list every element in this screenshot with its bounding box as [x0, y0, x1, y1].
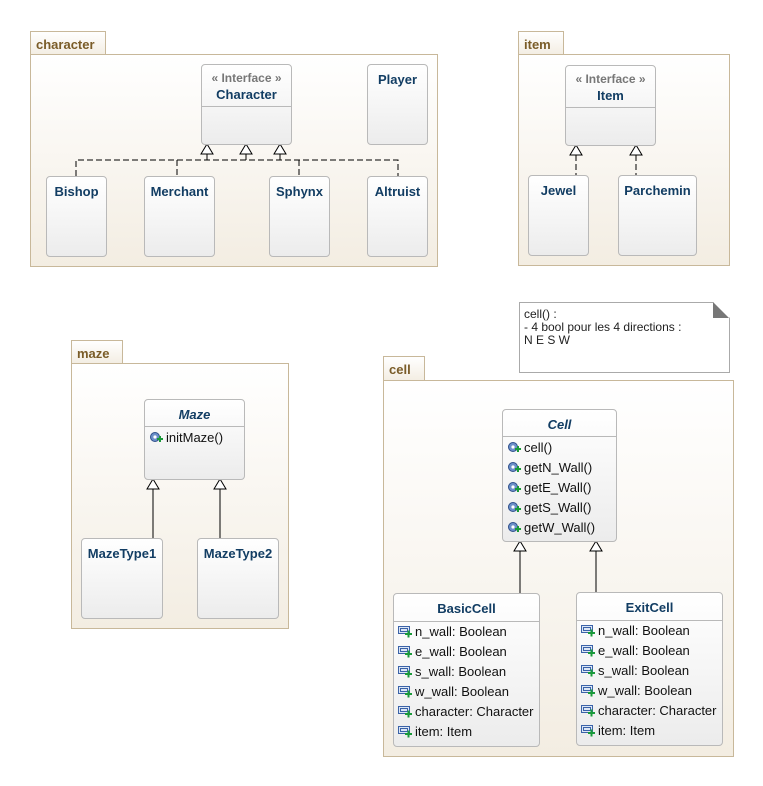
class-name: Jewel — [540, 183, 577, 198]
attribute[interactable]: s_wall: Boolean — [394, 662, 539, 682]
field-plus-icon — [398, 724, 412, 738]
attribute[interactable]: w_wall: Boolean — [394, 682, 539, 702]
method[interactable]: getE_Wall() — [503, 478, 616, 498]
method[interactable]: cell() — [503, 438, 616, 458]
method-label: getW_Wall() — [524, 520, 596, 535]
attribute[interactable]: item: Item — [577, 721, 722, 741]
stereotype: « Interface » — [211, 71, 282, 85]
attribute[interactable]: w_wall: Boolean — [577, 681, 722, 701]
attribute-label: e_wall: Boolean — [415, 644, 507, 659]
stereotype: « Interface » — [575, 72, 646, 86]
class-mazetype1[interactable]: MazeType1 — [81, 538, 163, 619]
attribute[interactable]: n_wall: Boolean — [577, 621, 722, 641]
attribute[interactable]: e_wall: Boolean — [577, 641, 722, 661]
class-name: Altruist — [374, 184, 421, 199]
class-basiccell[interactable]: BasicCell n_wall: Boolean e_wall: Boolean s… — [393, 593, 540, 747]
gear-plus-icon — [507, 520, 521, 533]
attribute-label: e_wall: Boolean — [598, 643, 690, 658]
attribute-label: s_wall: Boolean — [598, 663, 690, 678]
gear-plus-icon — [507, 460, 521, 473]
attribute[interactable]: n_wall: Boolean — [394, 622, 539, 642]
class-name: Bishop — [54, 184, 99, 199]
attribute-label: item: Item — [598, 723, 656, 738]
class-character-interface[interactable]: « Interface » Character — [201, 64, 292, 145]
method-label: cell() — [524, 440, 553, 455]
gear-plus-icon — [149, 430, 163, 443]
class-name: MazeType2 — [203, 546, 273, 561]
attribute-label: w_wall: Boolean — [598, 683, 692, 698]
method[interactable]: initMaze() — [145, 428, 244, 448]
gear-plus-icon — [507, 500, 521, 513]
class-maze[interactable]: Maze initMaze() — [144, 399, 245, 480]
gear-plus-icon — [507, 480, 521, 493]
method-label: getS_Wall() — [524, 500, 592, 515]
class-name: Character — [216, 87, 277, 102]
method[interactable]: getS_Wall() — [503, 498, 616, 518]
method[interactable]: getW_Wall() — [503, 518, 616, 538]
field-plus-icon — [581, 723, 595, 737]
class-name: Parchemin — [624, 183, 691, 198]
class-name: ExitCell — [577, 593, 722, 621]
class-jewel[interactable]: Jewel — [528, 175, 589, 256]
class-name: Merchant — [150, 184, 209, 199]
field-plus-icon — [398, 644, 412, 658]
field-plus-icon — [581, 623, 595, 637]
field-plus-icon — [398, 684, 412, 698]
class-name: BasicCell — [394, 594, 539, 622]
field-plus-icon — [581, 643, 595, 657]
class-altruist[interactable]: Altruist — [367, 176, 428, 257]
attribute-label: n_wall: Boolean — [415, 624, 507, 639]
note: cell() : - 4 bool pour les 4 directions … — [519, 302, 730, 373]
note-fold — [713, 302, 729, 318]
class-parchemin[interactable]: Parchemin — [618, 175, 697, 256]
attribute-label: n_wall: Boolean — [598, 623, 690, 638]
note-line: N E S W — [524, 333, 571, 347]
class-name: Cell — [503, 410, 616, 437]
field-plus-icon — [398, 624, 412, 638]
attribute-label: item: Item — [415, 724, 473, 739]
attribute-label: character: Character — [598, 703, 717, 718]
class-mazetype2[interactable]: MazeType2 — [197, 538, 279, 619]
attribute[interactable]: character: Character — [394, 702, 539, 722]
gear-plus-icon — [507, 440, 521, 453]
attribute[interactable]: character: Character — [577, 701, 722, 721]
class-name: Maze — [145, 400, 244, 427]
method-label: getE_Wall() — [524, 480, 592, 495]
field-plus-icon — [398, 664, 412, 678]
class-cell[interactable]: Cell cell() getN_Wall() getE_Wall() getS_Wal… — [502, 409, 617, 542]
field-plus-icon — [581, 663, 595, 677]
class-bishop[interactable]: Bishop — [46, 176, 107, 257]
class-player[interactable]: Player — [367, 64, 428, 145]
class-name: Player — [377, 72, 418, 87]
class-sphynx[interactable]: Sphynx — [269, 176, 330, 257]
package-tab-cell: cell — [383, 356, 425, 381]
field-plus-icon — [398, 704, 412, 718]
attribute-label: character: Character — [415, 704, 534, 719]
class-merchant[interactable]: Merchant — [144, 176, 215, 257]
class-name: MazeType1 — [87, 546, 157, 561]
attribute[interactable]: e_wall: Boolean — [394, 642, 539, 662]
method[interactable]: getN_Wall() — [503, 458, 616, 478]
package-tab-character: character — [30, 31, 106, 55]
method-label: initMaze() — [166, 430, 224, 445]
method-label: getN_Wall() — [524, 460, 593, 475]
attribute-label: s_wall: Boolean — [415, 664, 507, 679]
attribute-label: w_wall: Boolean — [415, 684, 509, 699]
field-plus-icon — [581, 683, 595, 697]
class-item-interface[interactable]: « Interface » Item — [565, 65, 656, 146]
attribute[interactable]: item: Item — [394, 722, 539, 742]
class-exitcell[interactable]: ExitCell n_wall: Boolean e_wall: Boolean s_… — [576, 592, 723, 746]
package-tab-maze: maze — [71, 340, 123, 364]
class-name: Sphynx — [276, 184, 323, 199]
field-plus-icon — [581, 703, 595, 717]
class-name: Item — [597, 88, 624, 103]
package-tab-item: item — [518, 31, 564, 55]
attribute[interactable]: s_wall: Boolean — [577, 661, 722, 681]
